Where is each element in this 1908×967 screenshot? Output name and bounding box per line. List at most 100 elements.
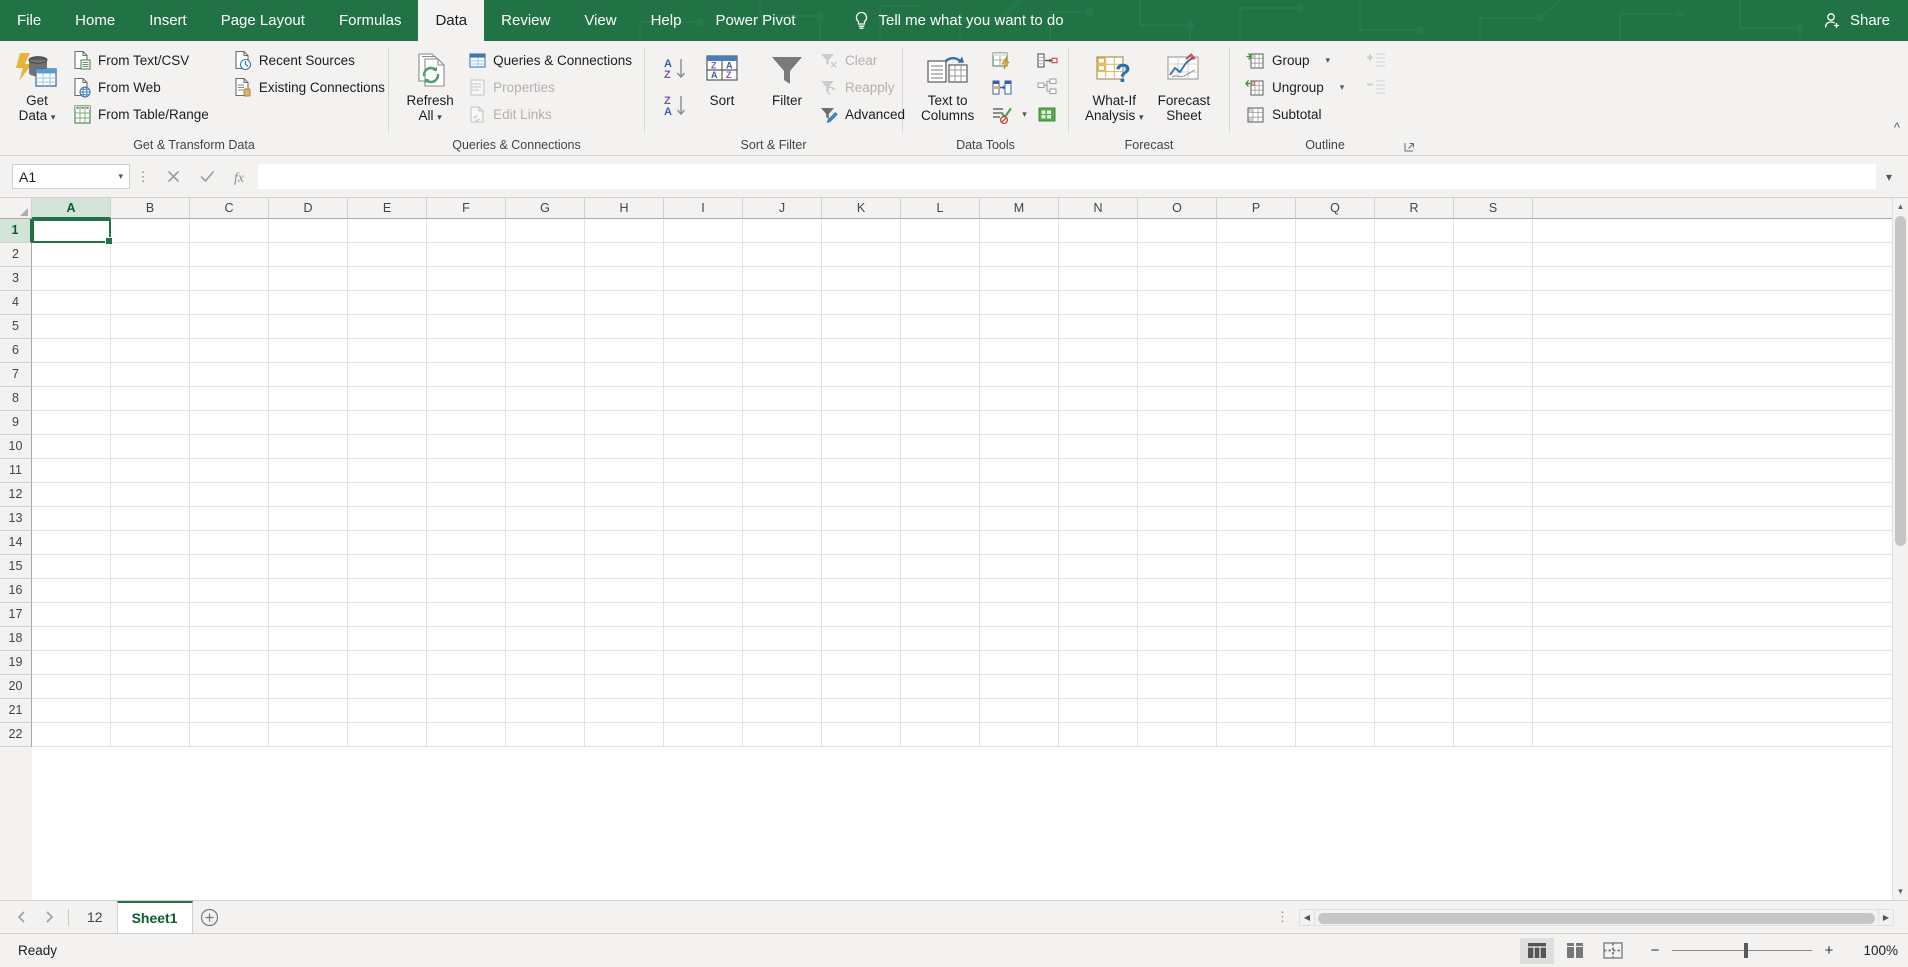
cell-D20[interactable] — [269, 675, 348, 699]
cell-F8[interactable] — [427, 387, 506, 411]
formula-input[interactable] — [258, 164, 1876, 189]
cell-S21[interactable] — [1454, 699, 1533, 723]
cell-D6[interactable] — [269, 339, 348, 363]
cell-C4[interactable] — [190, 291, 269, 315]
column-header-M[interactable]: M — [980, 198, 1059, 219]
cell-I4[interactable] — [664, 291, 743, 315]
cell-F22[interactable] — [427, 723, 506, 747]
row-header-15[interactable]: 15 — [0, 555, 32, 579]
cell-P16[interactable] — [1217, 579, 1296, 603]
cell-O19[interactable] — [1138, 651, 1217, 675]
cell-R13[interactable] — [1375, 507, 1454, 531]
cell-N10[interactable] — [1059, 435, 1138, 459]
cell-M6[interactable] — [980, 339, 1059, 363]
cell-R2[interactable] — [1375, 243, 1454, 267]
subtotal-button[interactable]: Subtotal — [1241, 101, 1351, 128]
cell-F19[interactable] — [427, 651, 506, 675]
cell-L22[interactable] — [901, 723, 980, 747]
cell-Q15[interactable] — [1296, 555, 1375, 579]
insert-function-button[interactable]: fx — [224, 164, 258, 190]
cell-P10[interactable] — [1217, 435, 1296, 459]
cell-R22[interactable] — [1375, 723, 1454, 747]
cell-M10[interactable] — [980, 435, 1059, 459]
cell-F17[interactable] — [427, 603, 506, 627]
cell-K20[interactable] — [822, 675, 901, 699]
cell-S1[interactable] — [1454, 219, 1533, 243]
cell-Q19[interactable] — [1296, 651, 1375, 675]
add-sheet-button[interactable] — [193, 901, 227, 934]
cell-E14[interactable] — [348, 531, 427, 555]
cell-H7[interactable] — [585, 363, 664, 387]
cell-M2[interactable] — [980, 243, 1059, 267]
cell-I14[interactable] — [664, 531, 743, 555]
cell-A22[interactable] — [32, 723, 111, 747]
cell-H2[interactable] — [585, 243, 664, 267]
cell-S14[interactable] — [1454, 531, 1533, 555]
cell-area[interactable] — [32, 219, 1908, 900]
cell-Q2[interactable] — [1296, 243, 1375, 267]
column-header-A[interactable]: A — [32, 198, 111, 219]
horizontal-scroll-thumb[interactable] — [1318, 912, 1875, 924]
cell-N1[interactable] — [1059, 219, 1138, 243]
cell-C3[interactable] — [190, 267, 269, 291]
row-header-1[interactable]: 1 — [0, 219, 32, 243]
cell-J13[interactable] — [743, 507, 822, 531]
cell-R3[interactable] — [1375, 267, 1454, 291]
ribbon-tab-power-pivot[interactable]: Power Pivot — [698, 0, 812, 41]
cell-O8[interactable] — [1138, 387, 1217, 411]
data-validation-caret-icon[interactable]: ▾ — [1022, 109, 1027, 120]
cell-L18[interactable] — [901, 627, 980, 651]
cell-C18[interactable] — [190, 627, 269, 651]
cell-P13[interactable] — [1217, 507, 1296, 531]
cell-R6[interactable] — [1375, 339, 1454, 363]
cell-J17[interactable] — [743, 603, 822, 627]
cell-N14[interactable] — [1059, 531, 1138, 555]
share-button[interactable]: Share — [1823, 0, 1890, 41]
previous-sheet-button[interactable] — [14, 911, 28, 923]
ungroup-button[interactable]: Ungroup ▾ — [1241, 74, 1351, 101]
cell-D12[interactable] — [269, 483, 348, 507]
select-all-button[interactable] — [0, 198, 32, 219]
cell-O4[interactable] — [1138, 291, 1217, 315]
cell-S18[interactable] — [1454, 627, 1533, 651]
cell-O2[interactable] — [1138, 243, 1217, 267]
flash-fill-button[interactable] — [987, 47, 1017, 74]
cell-I5[interactable] — [664, 315, 743, 339]
ungroup-caret-icon[interactable]: ▾ — [1340, 82, 1345, 93]
cell-G7[interactable] — [506, 363, 585, 387]
consolidate-button[interactable] — [1032, 47, 1062, 74]
column-header-O[interactable]: O — [1138, 198, 1217, 219]
row-header-12[interactable]: 12 — [0, 483, 32, 507]
cell-K8[interactable] — [822, 387, 901, 411]
cell-B9[interactable] — [111, 411, 190, 435]
cell-N8[interactable] — [1059, 387, 1138, 411]
cell-E13[interactable] — [348, 507, 427, 531]
cell-H14[interactable] — [585, 531, 664, 555]
cell-M4[interactable] — [980, 291, 1059, 315]
cell-L3[interactable] — [901, 267, 980, 291]
cell-H20[interactable] — [585, 675, 664, 699]
cell-R14[interactable] — [1375, 531, 1454, 555]
cell-C22[interactable] — [190, 723, 269, 747]
cell-H21[interactable] — [585, 699, 664, 723]
cell-F15[interactable] — [427, 555, 506, 579]
cell-P8[interactable] — [1217, 387, 1296, 411]
cell-H4[interactable] — [585, 291, 664, 315]
cell-O1[interactable] — [1138, 219, 1217, 243]
outline-dialog-launcher[interactable] — [1401, 139, 1417, 155]
row-header-20[interactable]: 20 — [0, 675, 32, 699]
cell-Q21[interactable] — [1296, 699, 1375, 723]
horizontal-scroll-track[interactable] — [1315, 908, 1878, 926]
cell-J16[interactable] — [743, 579, 822, 603]
cell-H8[interactable] — [585, 387, 664, 411]
cell-C16[interactable] — [190, 579, 269, 603]
cell-S2[interactable] — [1454, 243, 1533, 267]
cell-C15[interactable] — [190, 555, 269, 579]
cell-J6[interactable] — [743, 339, 822, 363]
cell-R19[interactable] — [1375, 651, 1454, 675]
cell-P14[interactable] — [1217, 531, 1296, 555]
cell-J20[interactable] — [743, 675, 822, 699]
cell-P17[interactable] — [1217, 603, 1296, 627]
cell-L6[interactable] — [901, 339, 980, 363]
cell-B21[interactable] — [111, 699, 190, 723]
